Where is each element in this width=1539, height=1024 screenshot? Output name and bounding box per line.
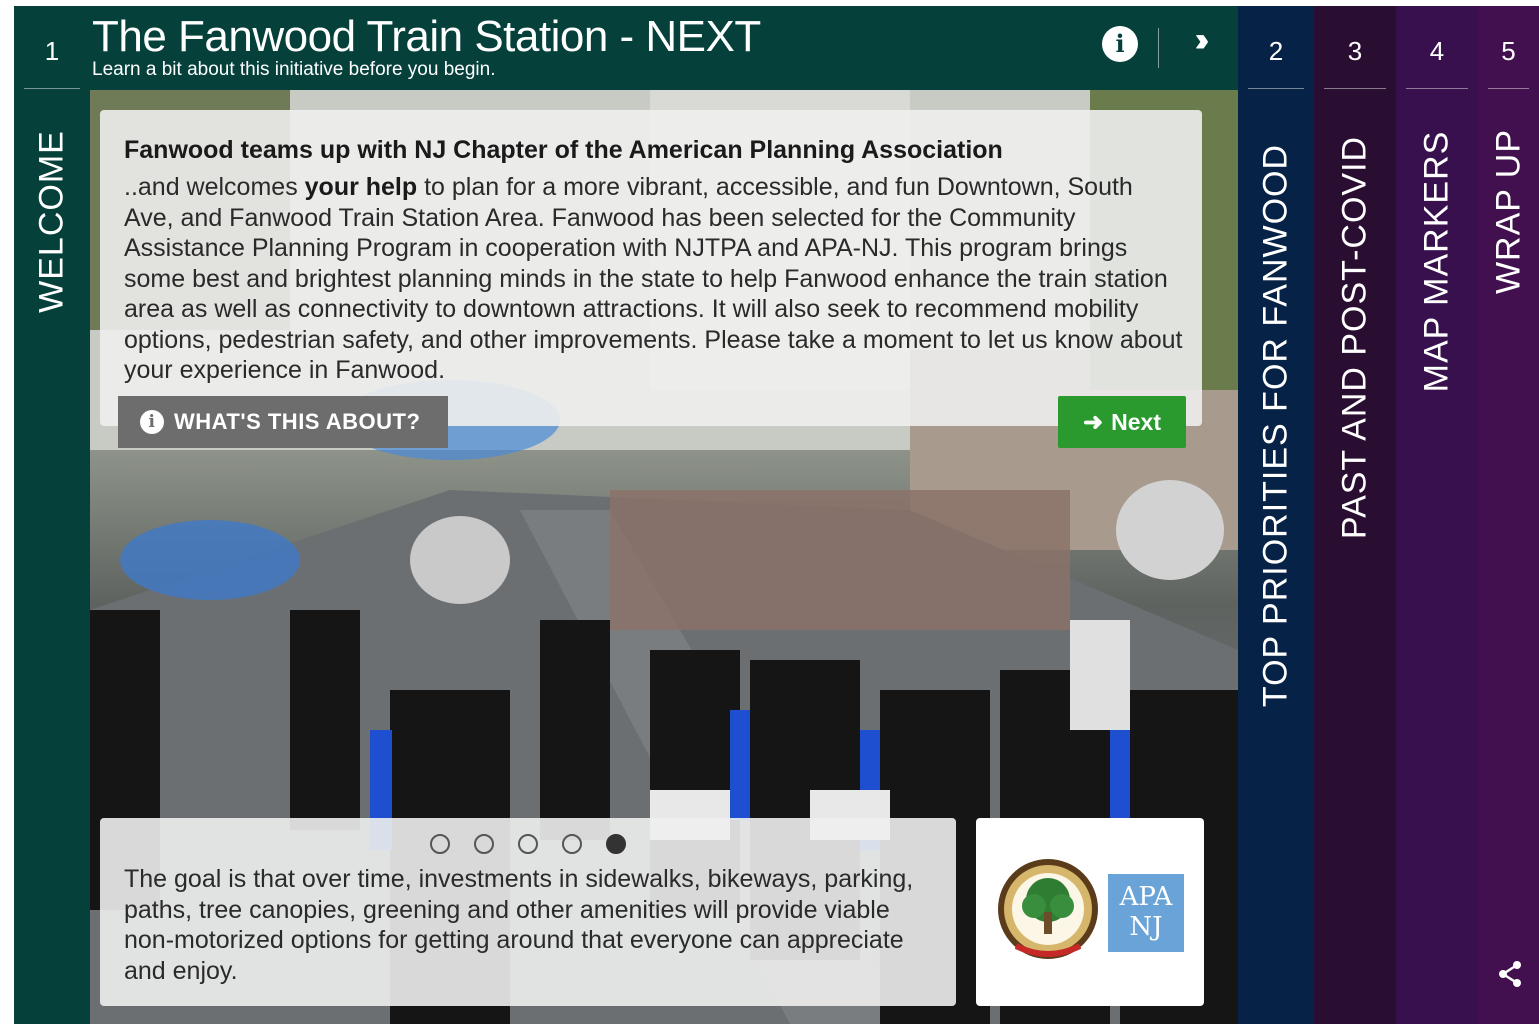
section-5-number: 5 xyxy=(1501,36,1516,66)
section-3-divider xyxy=(1324,88,1386,89)
whats-this-about-label: WHAT'S THIS ABOUT? xyxy=(174,409,421,434)
section-wrap-up[interactable]: 5 WRAP UP xyxy=(1478,6,1539,1024)
page-subtitle: Learn a bit about this initiative before… xyxy=(92,59,496,80)
apa-logo-line1: APA xyxy=(1119,882,1173,912)
section-4-title: MAP MARKERS xyxy=(1417,130,1456,393)
carousel-dot-5[interactable] xyxy=(606,834,626,854)
story-app: 1 WELCOME The Fanwood Train Station - NE… xyxy=(0,0,1539,1024)
section-2-title: TOP PRIORITIES FOR FANWOOD xyxy=(1256,143,1295,708)
next-label: Next xyxy=(1111,408,1161,435)
carousel-dot-4[interactable] xyxy=(562,834,582,854)
section-3-number: 3 xyxy=(1347,36,1363,66)
intro-body: ..and welcomes your help to plan for a m… xyxy=(124,172,1184,386)
info-icon: i xyxy=(140,410,164,434)
page-title: The Fanwood Train Station - NEXT xyxy=(92,12,761,61)
arrow-right-icon: ➜ xyxy=(1083,408,1104,436)
carousel-dot-2[interactable] xyxy=(474,834,494,854)
carousel-dots xyxy=(430,834,626,854)
header-divider xyxy=(1158,28,1159,68)
goal-card: The goal is that over time, investments … xyxy=(100,818,956,1006)
section-1-number: 1 xyxy=(44,36,60,66)
apa-nj-logo: APA NJ xyxy=(1108,874,1184,952)
intro-heading: Fanwood teams up with NJ Chapter of the … xyxy=(124,136,1003,164)
double-chevron-right-icon[interactable]: ›› xyxy=(1178,20,1218,60)
next-button[interactable]: ➜ Next xyxy=(1058,396,1186,448)
apa-logo-line2: NJ xyxy=(1129,912,1163,942)
whats-this-about-button[interactable]: i WHAT'S THIS ABOUT? xyxy=(118,396,448,448)
section-1-divider xyxy=(24,88,80,89)
info-icon[interactable]: i xyxy=(1102,26,1138,62)
header: The Fanwood Train Station - NEXT Learn a… xyxy=(90,6,1238,92)
section-3-title: PAST AND POST-COVID xyxy=(1335,135,1374,540)
section-5-title: WRAP UP xyxy=(1489,128,1527,295)
section-map-markers[interactable]: 4 MAP MARKERS xyxy=(1396,6,1478,1024)
intro-body-rest: to plan for a more vibrant, accessible, … xyxy=(124,173,1183,384)
intro-card: Fanwood teams up with NJ Chapter of the … xyxy=(100,110,1202,426)
section-2-divider xyxy=(1248,88,1304,89)
intro-body-start: ..and welcomes xyxy=(124,173,305,201)
logo-card: APA NJ xyxy=(976,818,1204,1006)
section-4-divider xyxy=(1406,88,1468,89)
section-2-number: 2 xyxy=(1268,36,1284,66)
share-icon[interactable] xyxy=(1498,960,1522,988)
goal-text: The goal is that over time, investments … xyxy=(124,865,914,985)
fanwood-seal-logo xyxy=(998,859,1098,959)
intro-body-bold: your help xyxy=(304,173,418,201)
section-top-priorities[interactable]: 2 TOP PRIORITIES FOR FANWOOD xyxy=(1238,6,1314,1024)
carousel-dot-1[interactable] xyxy=(430,834,450,854)
carousel-dot-3[interactable] xyxy=(518,834,538,854)
section-5-divider xyxy=(1488,88,1529,89)
section-past-post-covid[interactable]: 3 PAST AND POST-COVID xyxy=(1314,6,1396,1024)
section-1-rail[interactable]: 1 WELCOME xyxy=(14,6,90,1024)
section-1-title: WELCOME xyxy=(32,130,71,313)
section-4-number: 4 xyxy=(1429,36,1445,66)
